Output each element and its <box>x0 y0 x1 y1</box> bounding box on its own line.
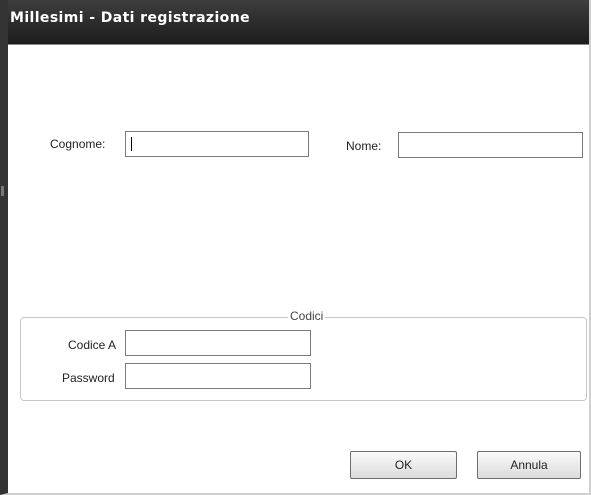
codice-a-label: Codice A <box>68 338 117 352</box>
cognome-label: Cognome: <box>50 137 106 151</box>
registration-dialog: Millesimi - Dati registrazione Cognome: … <box>0 0 591 495</box>
window-title: Millesimi - Dati registrazione <box>10 10 250 26</box>
nome-label: Nome: <box>346 139 382 153</box>
password-input[interactable] <box>125 363 311 389</box>
codici-legend: Codici <box>288 309 326 323</box>
codice-a-input[interactable] <box>125 330 311 356</box>
cancel-button[interactable]: Annula <box>477 451 581 479</box>
codici-group: Codici Codice A Password <box>20 309 587 401</box>
ok-button[interactable]: OK <box>350 451 457 479</box>
window-edge-marker <box>1 186 4 196</box>
text-caret <box>131 137 132 151</box>
title-bar[interactable]: Millesimi - Dati registrazione <box>8 0 589 45</box>
password-label: Password <box>62 371 115 385</box>
nome-input[interactable] <box>398 132 583 158</box>
cognome-input[interactable] <box>125 131 309 157</box>
